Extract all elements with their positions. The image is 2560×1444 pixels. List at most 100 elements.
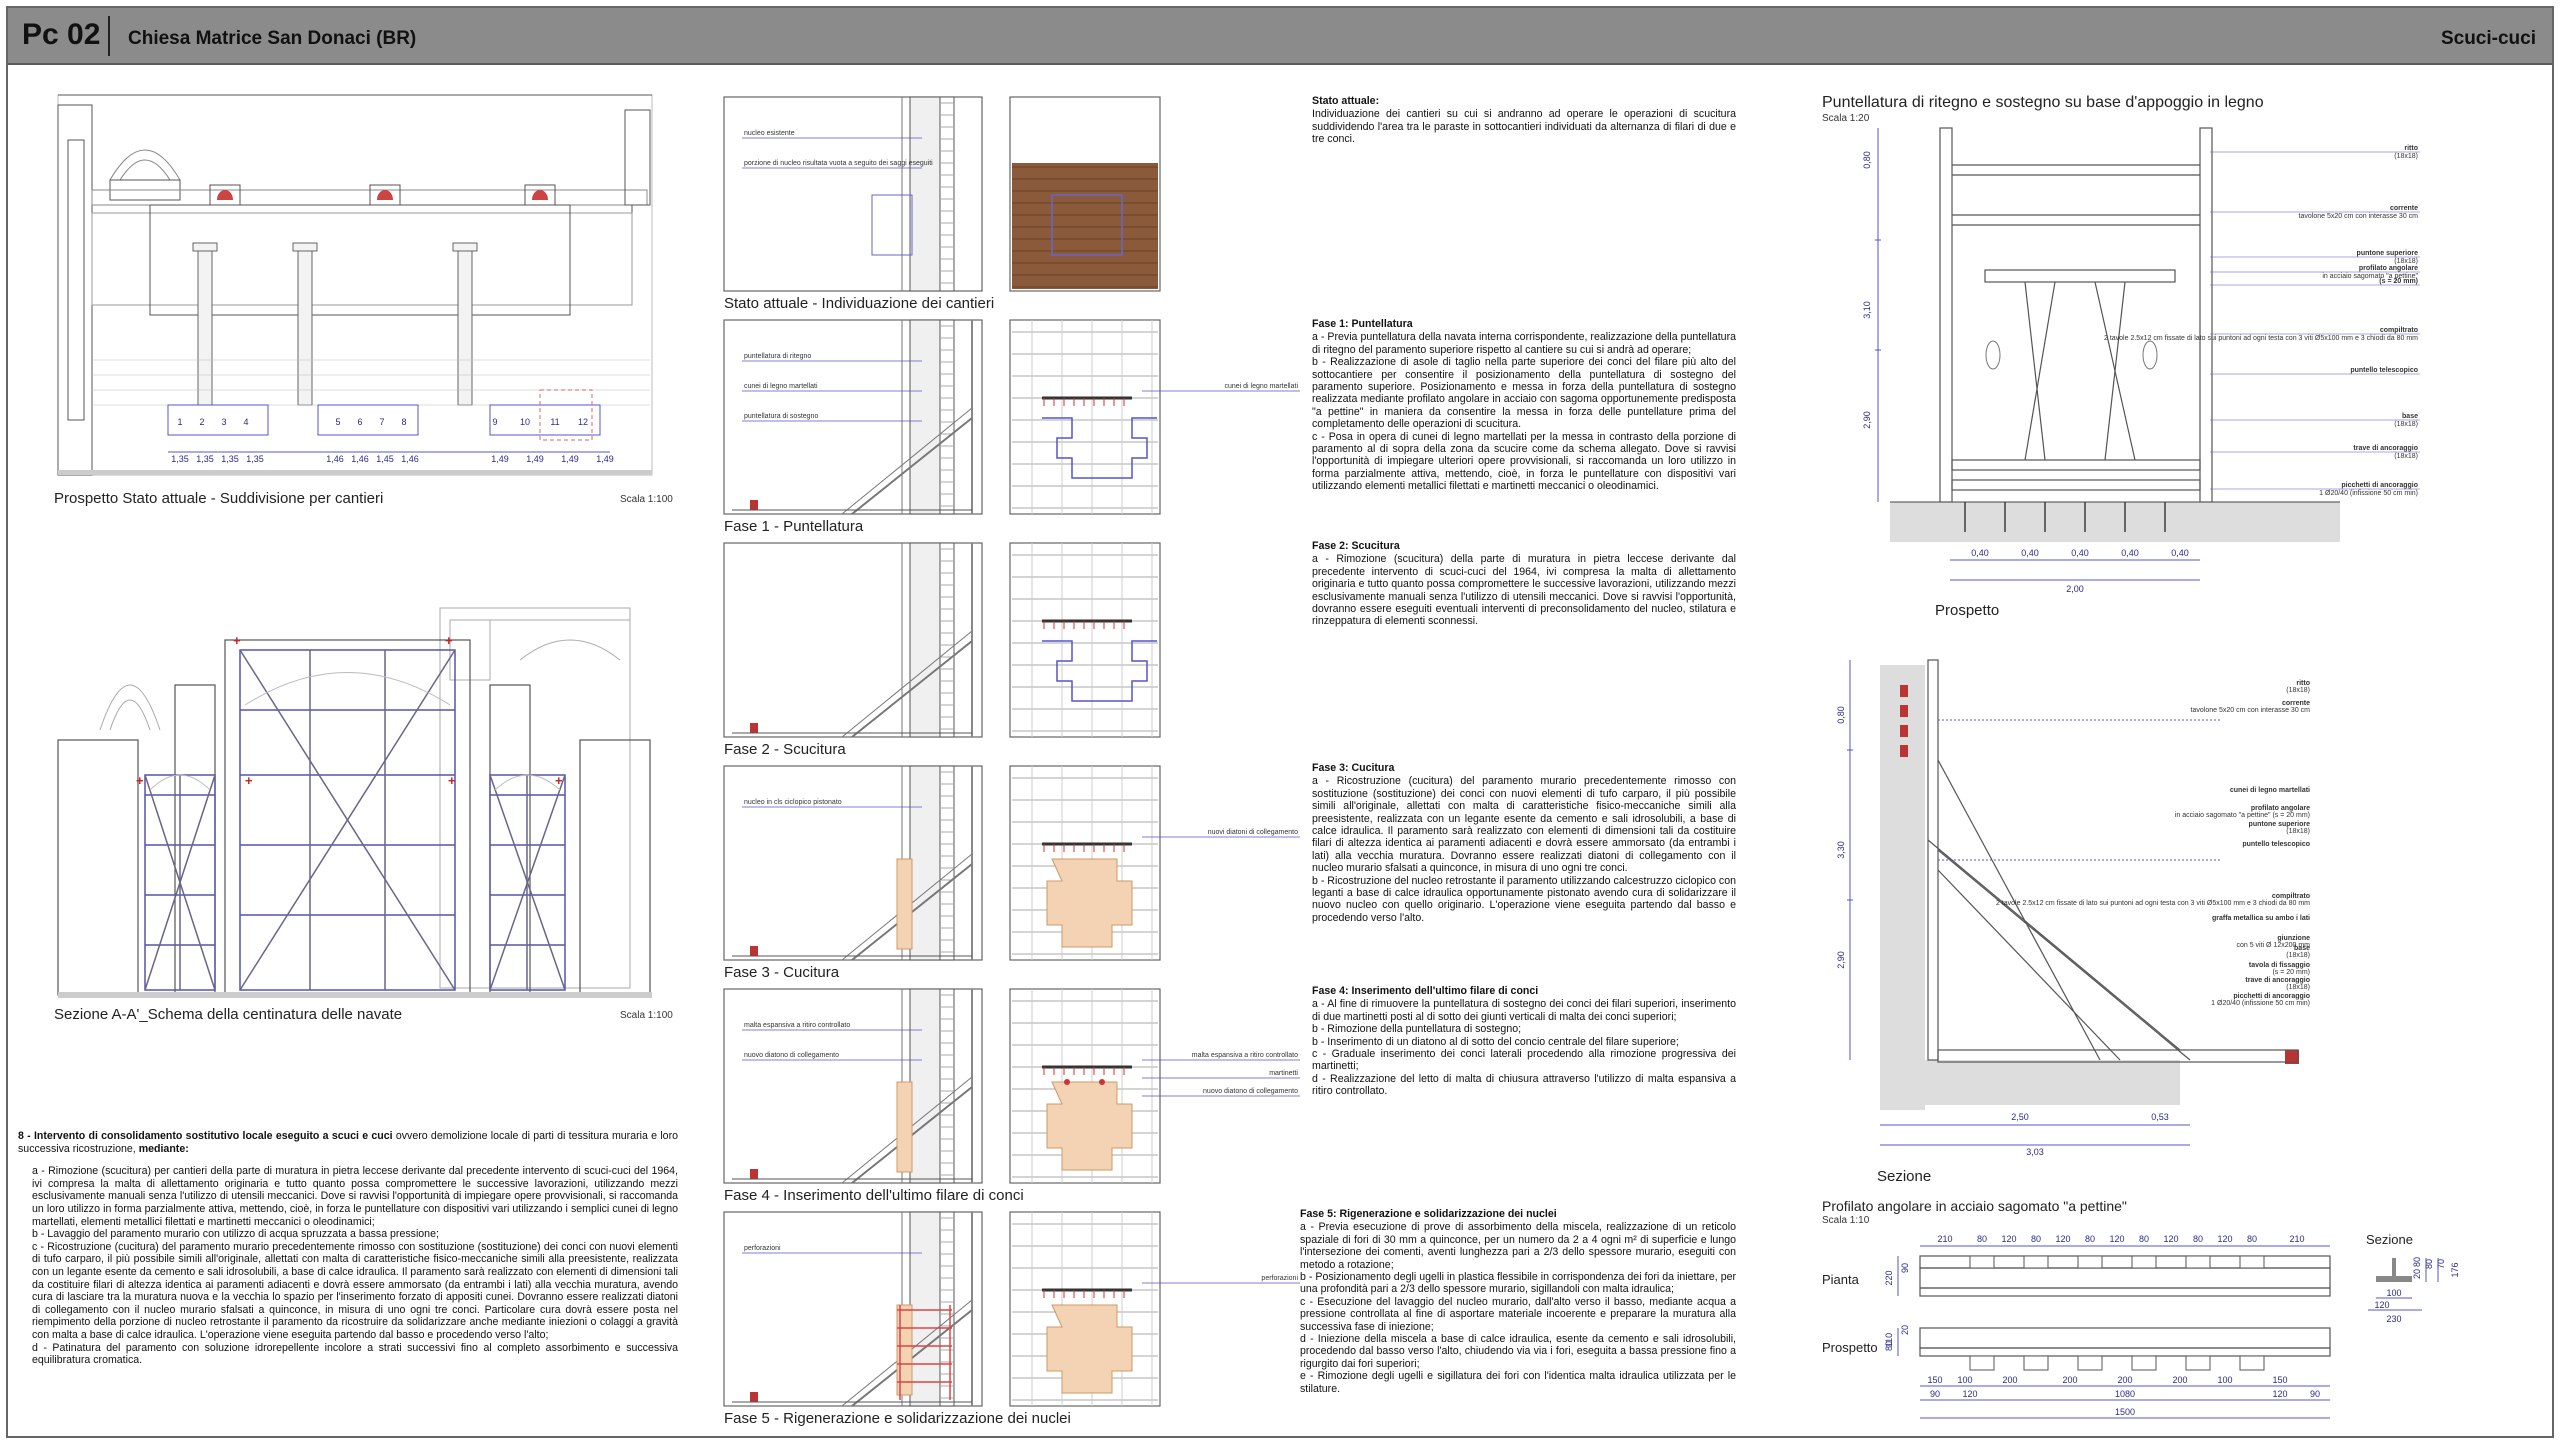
side-dim: 90 [1900,1263,1910,1273]
component-label: graffa metallica su ambo i lati [2212,915,2310,922]
top-dim: 80 [2031,1234,2041,1244]
bottom-dim: 0,53 [2151,1112,2169,1122]
component-label: ritto [2404,145,2418,152]
phase-left-labels: malta espansiva a ritiro controllato nuov… [742,1022,922,1061]
phase-left-labels: puntellatura di ritegno cunei di legno ma… [742,353,922,422]
fase5-text: Fase 5: Rigenerazione e solidarizzazione… [1300,1208,1736,1395]
bay-number: 12 [578,417,588,427]
fase5-item-c: c - Esecuzione del lavaggio del nucleo m… [1300,1295,1736,1333]
sezione-dim: 70 [2436,1259,2446,1269]
bottom-dim: 2,50 [2011,1112,2029,1122]
sezione-dim: 176 [2450,1262,2460,1277]
prospetto-scale: Scala 1:100 [620,494,673,505]
top-dim: 120 [2001,1234,2016,1244]
fase5-item-b: b - Posizionamento degli ugelli in plast… [1300,1271,1736,1296]
phase-left-label: perforazioni [744,1245,781,1252]
bay-dimension: 1,35 [196,454,214,464]
fase4-caption: Fase 4 - Inserimento dell'ultimo filare … [724,1187,1024,1204]
component-label: base [2294,945,2310,952]
phase-right-labels: perforazioni [1142,1275,1300,1284]
sezione-dim: 100 [2386,1288,2401,1298]
bay-dimension: 1,35 [246,454,264,464]
component-label: trave di ancoraggio [2353,445,2418,452]
component-spec: tavolone 5x20 cm con interasse 30 cm [2191,707,2311,714]
component-spec: (18x18) [2394,258,2418,265]
bottom-dim: 0,40 [2021,548,2039,558]
phase-right-label: nuovi diatoni di collegamento [1208,829,1298,836]
bottom-dim: 100 [1957,1375,1972,1385]
component-label: giunzione [2277,935,2310,942]
sezione-dim: 230 [2386,1314,2401,1324]
component-spec: tavolone 5x20 cm con interasse 30 cm [2299,213,2419,220]
phase-right-labels: malta espansiva a ritiro controllato mart… [1142,1052,1300,1097]
phase-right-labels: nuovi diatoni di collegamento [1142,829,1300,838]
component-spec: 1 Ø20/40 (infissione 50 cm min) [2211,1000,2310,1007]
bottom-dim: 150 [1927,1375,1942,1385]
fase1-text: Fase 1: Puntellatura a - Previa puntella… [1312,318,1736,493]
component-label: corrente [2390,205,2418,212]
profilato-title: Profilato angolare in acciaio sagomato "… [1822,1198,2127,1214]
top-dim: 120 [2163,1234,2178,1244]
fase5-item-a: a - Previa esecuzione di prove di assorb… [1300,1221,1736,1271]
phase-right-labels: cunei di legno martellati [1142,383,1300,392]
phase-panel: perforazioni perforazioni [723,1211,1300,1407]
component-spec: 2 tavole 2.5x12 cm fissate di lato sui p… [2104,335,2418,342]
component-label: corrente [2282,700,2310,707]
component-label: profilato angolare [2251,805,2310,812]
bottom-dim: 200 [2002,1375,2017,1385]
side-dim: 220 [1884,1270,1894,1285]
bay-dimension: 1,49 [491,454,509,464]
component-label: picchetti di ancoraggio [2233,993,2310,1000]
top-dim: 210 [2289,1234,2304,1244]
component-label: ritto [2296,680,2310,687]
bottom-dim: 200 [2172,1375,2187,1385]
sezione-dim: 80 [2424,1259,2434,1269]
top-dim: 80 [1977,1234,1987,1244]
total-dim: 3,03 [2026,1147,2044,1157]
phase-left-labels: nucleo in cls ciclopico pistonato [742,799,922,808]
component-label: (s = 20 mm) [2379,278,2418,285]
svg-text:+: + [245,773,253,788]
title-separator [108,16,110,56]
top-dim: 80 [2085,1234,2095,1244]
phase-panel: puntellatura di ritegno cunei di legno ma… [723,319,1300,515]
component-label: puntello telescopico [2350,367,2418,374]
top-dim: 80 [2139,1234,2149,1244]
fase1-item-b: b - Realizzazione di asole di taglio nel… [1312,356,1736,431]
bay-dimension: 1,46 [351,454,369,464]
stato-caption: Stato attuale - Individuazione dei canti… [724,295,995,312]
intervento-title: 8 - Intervento di consolidamento sostitu… [18,1130,393,1142]
fase4-item-b2: b - Inserimento di un diatono al di sott… [1312,1035,1679,1048]
sheet-topic: Scuci-cuci [2440,28,2536,49]
bottom-dim: 100 [2217,1375,2232,1385]
bottom-dim: 120 [1962,1389,1977,1399]
component-spec: 1 Ø20/40 (infissione 50 cm min) [2319,490,2418,497]
phase-panel: nucleo esistente porzione di nucleo risul… [723,96,1161,292]
bay-number: 8 [401,417,406,427]
fase5-item-e: e - Rimozione degli ugelli e sigillatura… [1300,1370,1736,1395]
phase-left-label: nucleo in cls ciclopico pistonato [744,799,842,806]
fase5-item-d: d - Iniezione della miscela a base di ca… [1300,1333,1736,1370]
sezione-bottom-dims: 2,50 0,53 3,03 [2011,1112,2169,1157]
fase1-heading: Fase 1: Puntellatura [1312,318,1413,330]
fase5-caption: Fase 5 - Rigenerazione e solidarizzazion… [724,1410,1071,1427]
phase-left-label: puntellatura di ritegno [744,353,811,360]
fase2-text: Fase 2: Scucitura a - Rimozione (scucitu… [1312,540,1736,628]
vertical-dim: 0,80 [1836,706,1846,724]
profilato-side-dims: 220901102080 [1884,1263,1910,1351]
phase-panel: malta espansiva a ritiro controllato nuov… [723,988,1300,1184]
phase-panel [723,542,1161,738]
fase1-item-c: c - Posa in opera di cunei di legno mart… [1312,430,1736,493]
puntellatura-sezione-drawing: 0,803,302,90 ritto(18x18)correntetavolon… [1836,659,2311,1157]
bay-numbers: 1 2 3 4 5 6 7 8 9 10 11 12 [177,417,588,427]
component-spec: (18x18) [2394,453,2418,460]
sezione-scale: Scala 1:100 [620,1010,673,1021]
profilato-comb-teeth [1969,1255,2265,1371]
component-spec: 2 tavole 2.5x12 cm fissate di lato sui p… [1996,900,2310,907]
profilato-bottom-dims: 150 100 200 200 200 200 100 150 90 120 1080 120 90 15… [1927,1375,2320,1417]
profilato-sezione-drawing: 802080 70 176100120230 [2368,1257,2460,1324]
vertical-dim: 2,90 [1862,411,1872,429]
bottom-dim: 200 [2117,1375,2132,1385]
component-spec: (18x18) [2286,952,2310,959]
vertical-dim: 2,90 [1836,951,1846,969]
